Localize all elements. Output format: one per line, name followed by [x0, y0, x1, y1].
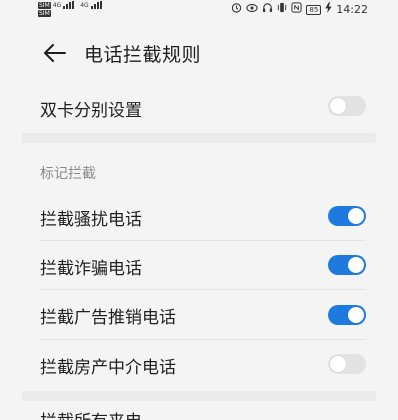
toggle-knob: [330, 98, 346, 114]
sim-1-badge: SIM: [38, 2, 51, 9]
block-real-estate-row[interactable]: 拦截房产中介电话: [0, 340, 398, 388]
back-arrow-icon: [44, 44, 66, 62]
page-title: 电话拦截规则: [84, 44, 202, 66]
block-fraud-row[interactable]: 拦截诈骗电话: [0, 241, 398, 289]
nfc-icon: [291, 2, 302, 17]
headset-icon: [262, 2, 273, 17]
sim-2-badge: SIM: [38, 10, 51, 17]
dual-sim-label: 双卡分别设置: [40, 101, 142, 121]
sim-2-signal: 4G: [80, 1, 102, 9]
block-harassment-toggle[interactable]: [328, 206, 366, 226]
toggle-knob: [348, 208, 364, 224]
section-separator: [22, 391, 376, 401]
block-real-estate-label: 拦截房产中介电话: [40, 358, 176, 378]
eye-icon: [246, 3, 259, 17]
block-advertising-toggle[interactable]: [328, 305, 366, 325]
header-bar: 电话拦截规则: [0, 30, 398, 76]
sim-indicators: SIM 4G SIM: [38, 1, 75, 17]
block-real-estate-toggle[interactable]: [328, 354, 366, 374]
block-all-calls-row[interactable]: 拦截所有来电: [0, 405, 398, 420]
toggle-knob: [348, 307, 364, 323]
section-separator: [22, 133, 376, 143]
toggle-knob: [348, 257, 364, 273]
vibrate-icon: [277, 2, 287, 17]
signal-bars-2-icon: [90, 1, 102, 9]
block-harassment-row[interactable]: 拦截骚扰电话: [0, 192, 398, 240]
dual-sim-row[interactable]: 双卡分别设置: [0, 84, 398, 128]
block-fraud-label: 拦截诈骗电话: [40, 259, 142, 279]
status-time: 14:22: [336, 3, 368, 16]
sim-1-indicator: SIM 4G: [38, 1, 75, 9]
charging-icon: [325, 2, 333, 17]
block-fraud-toggle[interactable]: [328, 255, 366, 275]
battery-icon: 85: [306, 4, 322, 15]
toggle-knob: [330, 356, 346, 372]
dual-sim-toggle[interactable]: [328, 96, 366, 116]
status-bar-left: SIM 4G SIM 4G: [38, 1, 102, 17]
status-bar-right: 85 14:22: [231, 2, 368, 17]
back-button[interactable]: [40, 38, 70, 68]
block-advertising-row[interactable]: 拦截广告推销电话: [0, 290, 398, 339]
block-advertising-label: 拦截广告推销电话: [40, 308, 176, 328]
section-title-mark-block: 标记拦截: [40, 166, 96, 182]
block-harassment-label: 拦截骚扰电话: [40, 210, 142, 230]
signal-bars-1-icon: [63, 1, 75, 9]
alarm-icon: [231, 2, 242, 17]
sim-2-indicator: SIM: [38, 10, 74, 17]
block-all-calls-label: 拦截所有来电: [40, 407, 142, 420]
status-bar: SIM 4G SIM 4G 85 14:22: [0, 0, 398, 20]
network-tag-2: 4G: [80, 2, 89, 9]
network-tag-1: 4G: [52, 2, 62, 9]
